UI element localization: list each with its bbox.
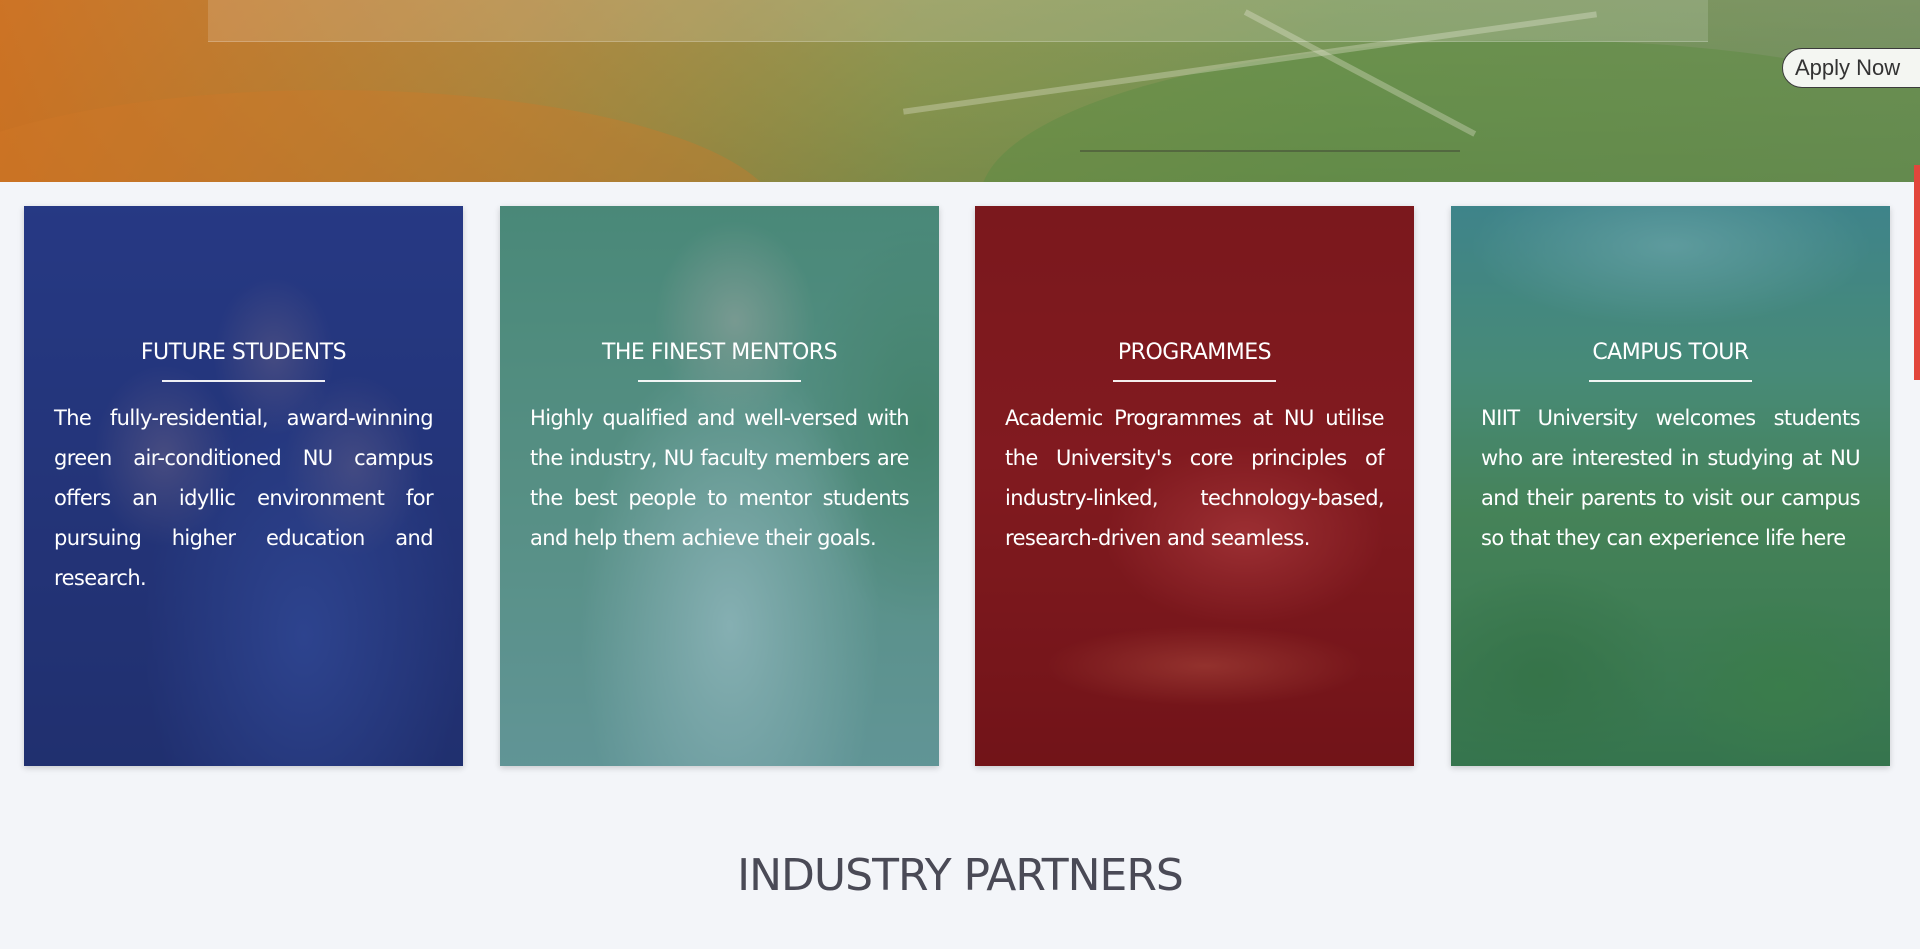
card-description: NIIT University welcomes students who ar…: [1481, 406, 1861, 550]
card-content: CAMPUS TOUR NIIT University welcomes stu…: [1451, 338, 1890, 558]
card-finest-mentors[interactable]: THE FINEST MENTORS Highly qualified and …: [500, 206, 939, 766]
card-campus-tour[interactable]: CAMPUS TOUR NIIT University welcomes stu…: [1451, 206, 1890, 766]
card-title: THE FINEST MENTORS: [601, 340, 838, 365]
feature-cards: FUTURE STUDENTS The fully-residential, a…: [24, 206, 1890, 766]
hero-hill: [0, 90, 780, 182]
hero-fence: [1080, 150, 1460, 152]
card-title: PROGRAMMES: [1117, 340, 1272, 365]
card-content: THE FINEST MENTORS Highly qualified and …: [500, 338, 939, 558]
hero-overlay-panel: [208, 0, 1708, 42]
hero-banner: [0, 0, 1920, 182]
card-title: FUTURE STUDENTS: [140, 340, 347, 365]
side-accent-bar: [1914, 165, 1920, 380]
title-underline: [638, 380, 801, 382]
title-underline: [162, 380, 325, 382]
card-programmes[interactable]: PROGRAMMES Academic Programmes at NU uti…: [975, 206, 1414, 766]
card-description: Highly qualified and well-versed with th…: [530, 406, 910, 550]
apply-now-button[interactable]: Apply Now: [1782, 48, 1920, 88]
card-future-students[interactable]: FUTURE STUDENTS The fully-residential, a…: [24, 206, 463, 766]
card-description: The fully-residential, award-winning gre…: [54, 406, 434, 590]
card-content: PROGRAMMES Academic Programmes at NU uti…: [975, 338, 1414, 558]
card-content: FUTURE STUDENTS The fully-residential, a…: [24, 338, 463, 598]
title-underline: [1589, 380, 1752, 382]
industry-partners-heading: INDUSTRY PARTNERS: [737, 850, 1184, 901]
card-description: Academic Programmes at NU utilise the Un…: [1005, 406, 1385, 550]
hero-hill: [980, 40, 1920, 182]
card-title: CAMPUS TOUR: [1592, 340, 1749, 365]
title-underline: [1113, 380, 1276, 382]
